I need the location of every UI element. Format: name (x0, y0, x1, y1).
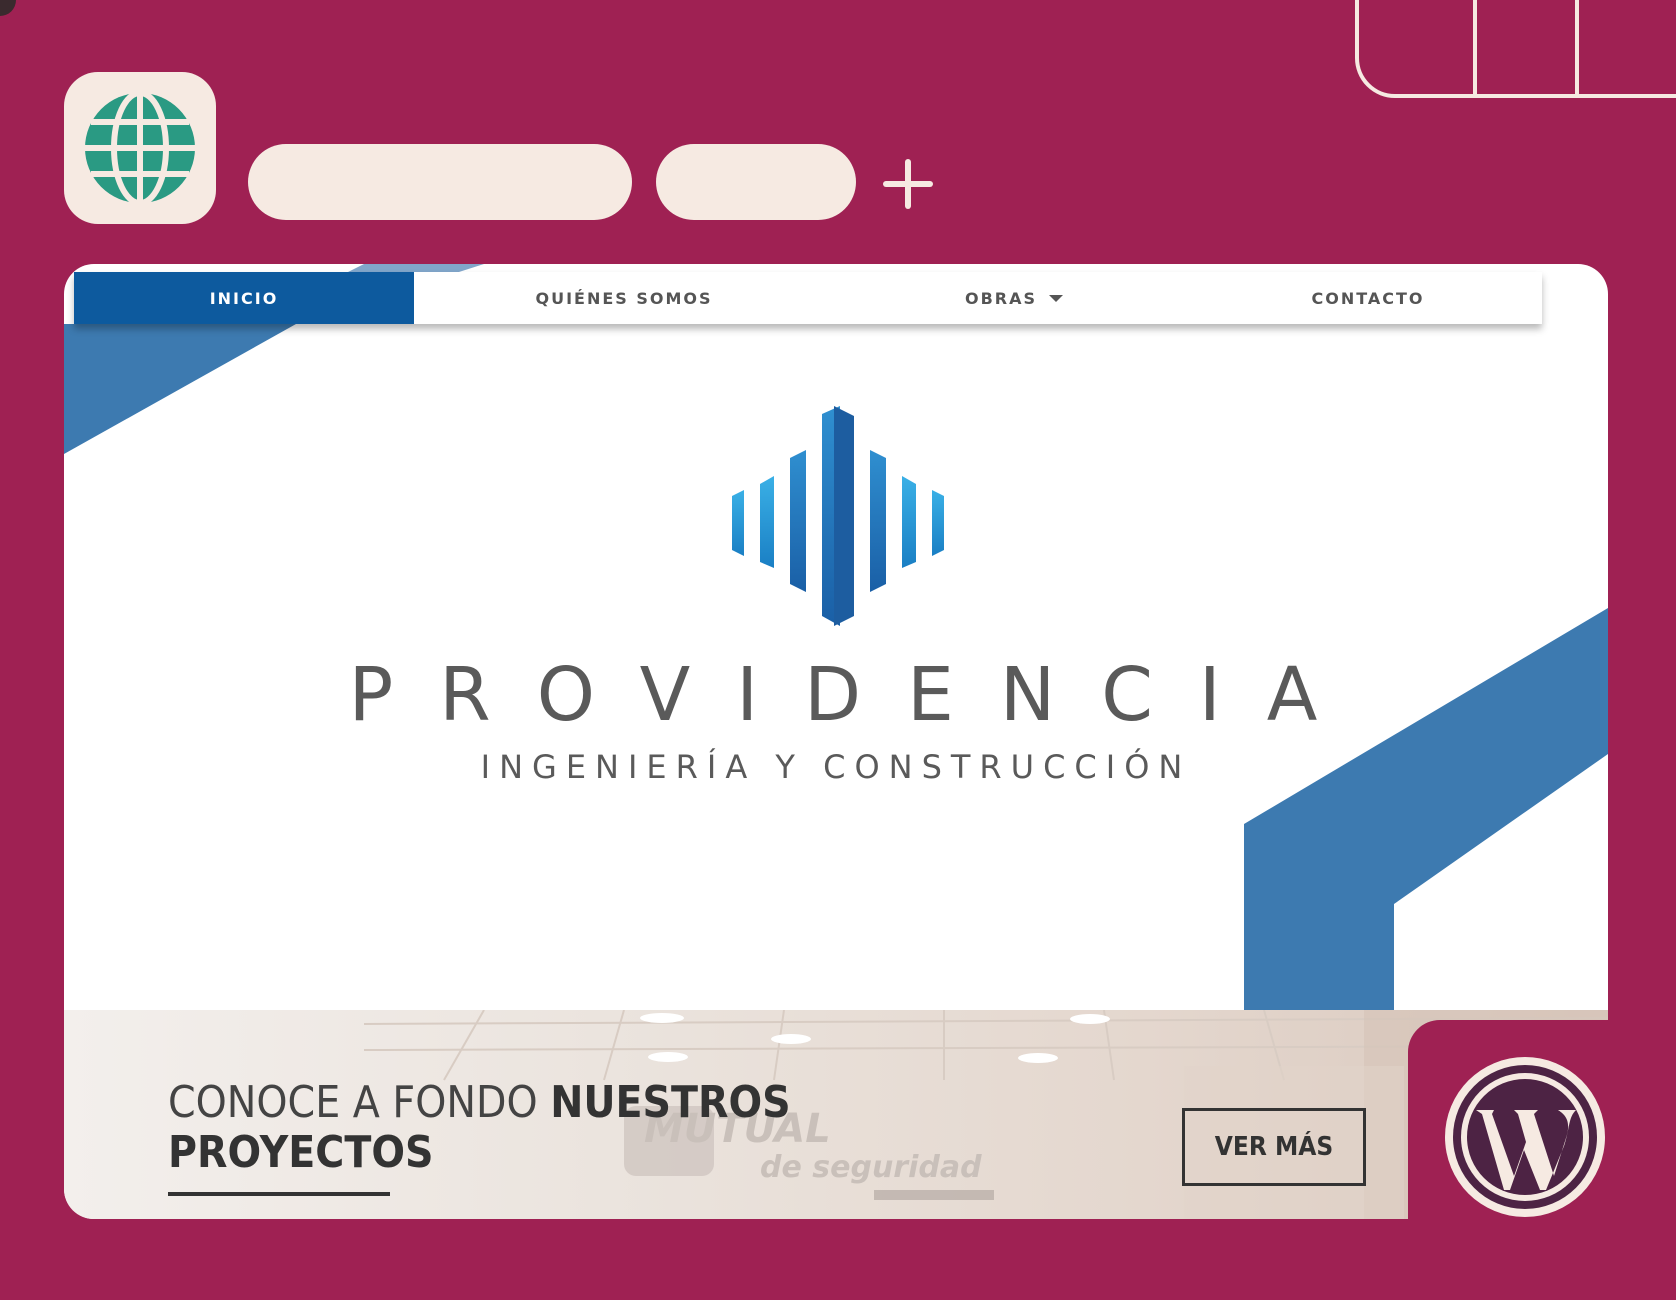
ver-mas-button[interactable]: VER MÁS (1182, 1108, 1366, 1186)
maximize-button[interactable] (1477, 0, 1575, 98)
browser-tab[interactable] (656, 144, 856, 220)
nav-item-label: QUIÉNES SOMOS (535, 288, 713, 308)
close-button[interactable] (1579, 0, 1676, 98)
browser-tab[interactable] (248, 144, 632, 220)
nav-item-label: OBRAS (964, 288, 1038, 308)
hero-title: CONOCE A FONDO NUESTROS PROYECTOS (168, 1078, 791, 1178)
site-nav: INICIO QUIÉNES SOMOS OBRAS CONTACTO (74, 272, 1542, 324)
hero-title-bold: NUESTROS (550, 1077, 791, 1128)
brand-subtitle: INGENIERÍA Y CONSTRUCCIÓN (480, 748, 1192, 786)
site-favicon[interactable] (64, 72, 216, 224)
nav-item-contacto[interactable]: CONTACTO (1194, 272, 1542, 324)
browser-viewport: INICIO QUIÉNES SOMOS OBRAS CONTACTO PROV… (64, 264, 1608, 1219)
hero-banner: MUTUAL de seguridad CONOCE A FONDO NUEST… (64, 1010, 1608, 1219)
nav-item-inicio[interactable]: INICIO (74, 272, 414, 324)
hero-watermark: de seguridad (760, 1150, 982, 1185)
window-corner (0, 0, 16, 16)
window-controls (1355, 0, 1676, 98)
hero-title-bold: PROYECTOS (168, 1127, 434, 1178)
providencia-logo-mark (732, 406, 944, 626)
caret-down-icon (1049, 294, 1064, 302)
nav-item-obras[interactable]: OBRAS (834, 272, 1194, 324)
wordpress-icon (1445, 1057, 1605, 1217)
hero-underline (168, 1192, 390, 1196)
brand-name: PROVIDENCIA (348, 652, 1364, 738)
globe-icon (85, 90, 195, 206)
hero-title-light: CONOCE A FONDO (168, 1077, 538, 1128)
nav-item-quienes-somos[interactable]: QUIÉNES SOMOS (414, 272, 834, 324)
nav-item-label: INICIO (209, 288, 279, 308)
nav-item-label: CONTACTO (1311, 288, 1425, 308)
minimize-button[interactable] (1359, 0, 1473, 98)
plus-icon[interactable] (882, 158, 934, 210)
